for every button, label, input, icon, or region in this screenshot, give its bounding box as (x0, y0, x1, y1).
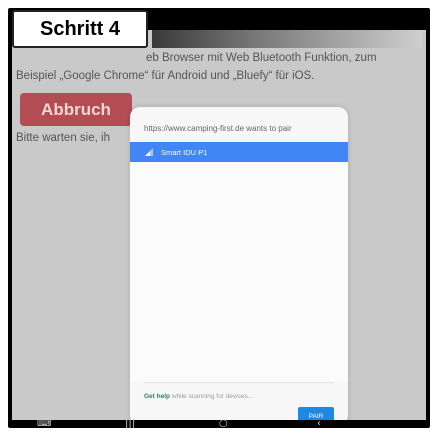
device-list-item[interactable]: Smart IDU P1 (130, 142, 348, 162)
device-name: Smart IDU P1 (161, 147, 208, 157)
keyboard-icon[interactable]: ⌨ (37, 419, 51, 429)
divider (144, 382, 334, 383)
bluetooth-pair-dialog: https://www.camping-first.de wants to pa… (130, 107, 348, 420)
background-text-line2: Beispiel „Google Chrome“ für Android und… (16, 70, 315, 82)
back-icon[interactable]: ‹ (317, 419, 321, 429)
background-text-line1: eb Browser mit Web Bluetooth Funktion, z… (146, 52, 377, 64)
signal-strength-icon (145, 148, 153, 156)
pair-button[interactable]: PAIR (298, 407, 334, 420)
home-icon[interactable]: ○ (219, 419, 228, 429)
step-badge: Schritt 4 (12, 10, 148, 48)
android-nav-bar: ⌨ ||| ○ ‹ (8, 419, 430, 429)
device-list (130, 162, 348, 382)
scanning-status-text: while scanning for devices... (170, 393, 254, 400)
phone-frame: eb Browser mit Web Bluetooth Funktion, z… (8, 8, 430, 428)
recent-apps-icon[interactable]: ||| (125, 419, 135, 429)
get-help-link[interactable]: Get help (144, 393, 170, 400)
abort-button[interactable]: Abbruch (20, 93, 132, 126)
background-wait-text: Bitte warten sie, ih (16, 132, 110, 144)
dialog-footer: Get help while scanning for devices... (144, 393, 253, 400)
screen-top-gloss (152, 30, 422, 48)
dialog-title: https://www.camping-first.de wants to pa… (144, 124, 292, 133)
phone-screen: eb Browser mit Web Bluetooth Funktion, z… (12, 30, 426, 420)
